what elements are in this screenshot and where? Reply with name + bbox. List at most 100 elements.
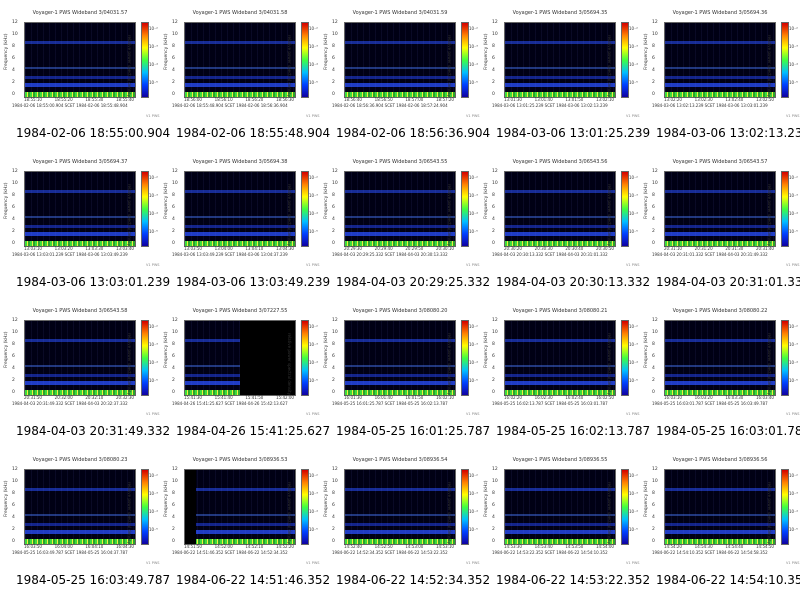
panel-caption-link[interactable]: 1984-04-26 15:41:25.627	[176, 424, 330, 438]
y-tick-label: 8	[492, 491, 495, 496]
panel-caption-link[interactable]: 1984-06-22 14:53:22.352	[496, 573, 650, 587]
y-tick-label: 12	[332, 169, 338, 174]
time-range-info: 1984-02-06 18:56:36.904 SCET 1984-02-06 …	[332, 103, 448, 108]
panel-title: Voyager-1 PWS Wideband 3/06543.56	[512, 159, 608, 165]
x-tick-label: 14:54:00	[596, 544, 614, 549]
colorbar	[621, 171, 629, 247]
time-range-info: 1984-06-22 14:52:34.352 SCET 1984-06-22 …	[332, 550, 448, 555]
x-tick-label: 14:53:00	[405, 544, 424, 549]
spectrogram-panel: Voyager-1 PWS Wideband 3/06543.56 Frequen…	[480, 149, 650, 298]
panel-title: Voyager-1 PWS Wideband 3/05694.38	[192, 159, 288, 165]
y-tick-label: 0	[492, 390, 495, 395]
spectrogram-panel: Voyager-1 PWS Wideband 3/08080.23 Frequen…	[0, 447, 170, 596]
panel-caption-link[interactable]: 1984-02-06 18:56:36.904	[336, 126, 490, 140]
panel-caption-link[interactable]: 1984-04-03 20:31:01.332	[656, 275, 800, 289]
spectrogram-image	[184, 320, 296, 396]
y-tick-label: 4	[12, 68, 15, 73]
y-tick-label: 0	[652, 390, 655, 395]
y-tick-label: 6	[652, 56, 655, 61]
panel-caption-link[interactable]: 1984-06-22 14:52:34.352	[336, 573, 490, 587]
colorbar-tick-label: 10⁻⁴	[309, 360, 318, 365]
x-tick-label: 14:52:50	[374, 544, 393, 549]
noise-texture	[185, 23, 295, 97]
panel-caption-link[interactable]: 1984-05-25 16:03:49.787	[16, 573, 170, 587]
panel-caption-link[interactable]: 1984-02-06 18:55:48.904	[176, 126, 330, 140]
colorbar	[461, 171, 469, 247]
panel-title: Voyager-1 PWS Wideband 3/07227.55	[192, 308, 288, 314]
x-tick-label: 20:31:40	[756, 246, 774, 251]
panel-title: Voyager-1 PWS Wideband 3/05694.36	[672, 10, 768, 16]
instrument-badge: V1 PWS	[306, 114, 320, 118]
y-tick-label: 2	[12, 80, 15, 85]
colorbar	[461, 320, 469, 396]
y-tick-label: 12	[172, 20, 178, 25]
x-axis-ticks: 16:03:50 16:04:00 16:04:10 16:04:30	[24, 544, 134, 549]
colorbar-tick-label: 10⁻⁵	[469, 527, 478, 532]
panel-caption-link[interactable]: 1984-03-06 13:03:01.239	[16, 275, 170, 289]
y-tick-label: 10	[12, 32, 18, 37]
panel-caption-link[interactable]: 1984-05-25 16:03:01.787	[656, 424, 800, 438]
colorbar-tick-label: 10⁻⁴	[309, 509, 318, 514]
y-tick-label: 2	[332, 378, 335, 383]
x-tick-label: 16:03:40	[756, 395, 774, 400]
x-tick-label: 18:55:20	[54, 97, 73, 102]
panel-caption-link[interactable]: 1984-02-06 18:55:00.904	[16, 126, 170, 140]
panel-caption-link[interactable]: 1984-05-25 16:01:25.787	[336, 424, 490, 438]
y-tick-label: 4	[652, 515, 655, 520]
panel-caption-link[interactable]: 1984-06-22 14:54:10.352	[656, 573, 800, 587]
y-tick-label: 12	[12, 169, 18, 174]
y-tick-label: 2	[172, 80, 175, 85]
x-tick-label: 20:30:20	[504, 246, 522, 251]
y-tick-label: 10	[12, 330, 18, 335]
colorbar-tick-label: 10⁻⁵	[789, 229, 798, 234]
y-tick-label: 4	[492, 515, 495, 520]
y-tick-label: 12	[332, 318, 338, 323]
colorbar-tick-label: 10⁻⁵	[149, 80, 158, 85]
x-tick-label: 18:56:10	[214, 97, 233, 102]
colorbar-tick-label: 10⁻⁴	[149, 360, 158, 365]
x-tick-label: 20:30:40	[565, 246, 584, 251]
panel-caption-link[interactable]: 1984-03-06 13:02:13.239	[656, 126, 800, 140]
panel-caption-link[interactable]: 1984-04-03 20:30:13.332	[496, 275, 650, 289]
y-tick-label: 6	[332, 205, 335, 210]
y-tick-label: 2	[492, 80, 495, 85]
time-range-info: 1984-04-03 20:31:01.332 SCET 1984-04-03 …	[652, 252, 768, 257]
spectrogram-panel: Voyager-1 PWS Wideband 3/05694.37 Frequen…	[0, 149, 170, 298]
x-tick-label: 20:30:30	[534, 246, 553, 251]
panel-title: Voyager-1 PWS Wideband 3/06543.57	[672, 159, 768, 165]
panel-caption-link[interactable]: 1984-05-25 16:02:13.787	[496, 424, 650, 438]
instrument-badge: V1 PWS	[466, 114, 480, 118]
time-range-info: 1984-05-25 16:03:01.787 SCET 1984-05-25 …	[652, 401, 768, 406]
panel-caption-link[interactable]: 1984-04-03 20:31:49.332	[16, 424, 170, 438]
x-axis-ticks: 16:01:30 16:01:40 16:01:50 16:02:10	[344, 395, 454, 400]
panel-title: Voyager-1 PWS Wideband 3/08080.22	[672, 308, 768, 314]
panel-caption-link[interactable]: 1984-06-22 14:51:46.352	[176, 573, 330, 587]
y-tick-label: 8	[492, 193, 495, 198]
colorbar-tick-label: 10⁻³	[149, 342, 158, 347]
x-tick-label: 18:56:20	[245, 97, 264, 102]
y-tick-label: 8	[172, 342, 175, 347]
panel-caption-link[interactable]: 1984-04-03 20:29:25.332	[336, 275, 490, 289]
y-tick-label: 4	[332, 366, 335, 371]
y-tick-label: 10	[492, 181, 498, 186]
panel-caption-link[interactable]: 1984-03-06 13:01:25.239	[496, 126, 650, 140]
colorbar-tick-label: 10⁻³	[149, 491, 158, 496]
y-tick-label: 4	[12, 515, 15, 520]
instrument-badge: V1 PWS	[146, 412, 160, 416]
panel-caption-link[interactable]: 1984-03-06 13:03:49.239	[176, 275, 330, 289]
colorbar-label: relative power spectral density	[607, 482, 612, 544]
x-tick-label: 20:32:10	[85, 395, 104, 400]
x-tick-label: 16:01:40	[374, 395, 393, 400]
x-axis-ticks: 13:01:30 13:01:40 13:01:50 13:02:10	[504, 97, 614, 102]
x-axis-ticks: 20:30:20 20:30:30 20:30:40 20:30:50	[504, 246, 614, 251]
y-tick-label: 12	[492, 20, 498, 25]
x-tick-label: 13:01:40	[534, 97, 553, 102]
colorbar-tick-label: 10⁻⁴	[149, 211, 158, 216]
y-tick-label: 12	[172, 318, 178, 323]
spectrogram-image	[184, 22, 296, 98]
y-tick-label: 8	[492, 342, 495, 347]
x-tick-label: 16:01:30	[344, 395, 362, 400]
time-range-info: 1984-04-03 20:30:13.332 SCET 1984-04-03 …	[492, 252, 608, 257]
spectrogram-panel: Voyager-1 PWS Wideband 3/05694.38 Frequen…	[160, 149, 330, 298]
y-tick-label: 2	[12, 378, 15, 383]
